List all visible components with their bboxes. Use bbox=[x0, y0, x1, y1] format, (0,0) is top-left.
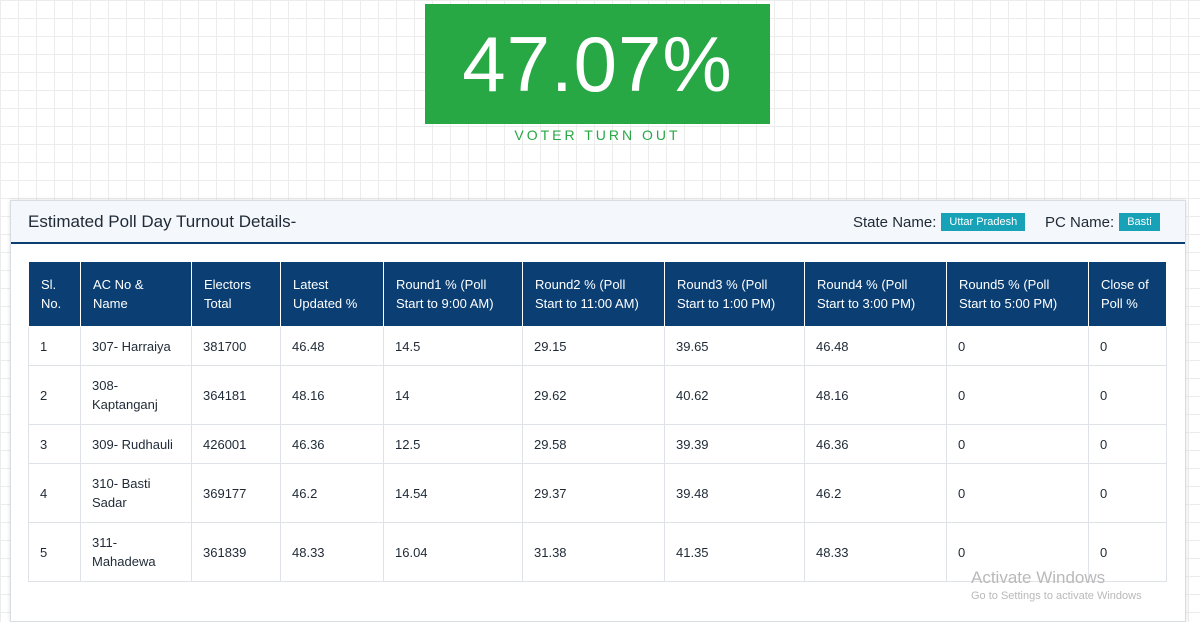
cell-sl-no: 3 bbox=[28, 424, 81, 464]
table-header-row: Sl. No. AC No & Name Electors Total Late… bbox=[28, 261, 1167, 327]
cell-electors: 426001 bbox=[191, 424, 281, 464]
col-header-electors: Electors Total bbox=[191, 261, 281, 327]
cell-close: 0 bbox=[1088, 365, 1167, 425]
cell-close: 0 bbox=[1088, 326, 1167, 366]
col-header-round5: Round5 % (Poll Start to 5:00 PM) bbox=[946, 261, 1089, 327]
col-header-round1: Round1 % (Poll Start to 9:00 AM) bbox=[383, 261, 523, 327]
cell-round1: 12.5 bbox=[383, 424, 523, 464]
cell-round2: 29.15 bbox=[522, 326, 665, 366]
activate-windows-watermark: Activate Windows bbox=[971, 568, 1106, 587]
col-header-round4: Round4 % (Poll Start to 3:00 PM) bbox=[804, 261, 947, 327]
col-header-latest: Latest Updated % bbox=[280, 261, 384, 327]
cell-latest: 46.36 bbox=[280, 424, 384, 464]
cell-ac-name: 307- Harraiya bbox=[80, 326, 192, 366]
voter-turnout-value: 47.07% bbox=[425, 4, 770, 124]
table-row: 1 307- Harraiya 381700 46.48 14.5 29.15 … bbox=[28, 326, 1167, 366]
cell-round3: 39.65 bbox=[664, 326, 805, 366]
cell-electors: 381700 bbox=[191, 326, 281, 366]
cell-latest: 48.16 bbox=[280, 365, 384, 425]
cell-round3: 39.39 bbox=[664, 424, 805, 464]
cell-round1: 14 bbox=[383, 365, 523, 425]
cell-round2: 29.58 bbox=[522, 424, 665, 464]
cell-round3: 41.35 bbox=[664, 522, 805, 582]
table-row: 3 309- Rudhauli 426001 46.36 12.5 29.58 … bbox=[28, 424, 1167, 464]
turnout-table: Sl. No. AC No & Name Electors Total Late… bbox=[28, 261, 1167, 582]
cell-round3: 40.62 bbox=[664, 365, 805, 425]
cell-round5: 0 bbox=[946, 365, 1089, 425]
cell-round1: 16.04 bbox=[383, 522, 523, 582]
table-row: 2 308- Kaptanganj 364181 48.16 14 29.62 … bbox=[28, 365, 1167, 425]
col-header-close: Close of Poll % bbox=[1088, 261, 1167, 327]
cell-latest: 48.33 bbox=[280, 522, 384, 582]
cell-round4: 48.16 bbox=[804, 365, 947, 425]
state-name-label: State Name: bbox=[853, 213, 937, 231]
col-header-round2: Round2 % (Poll Start to 11:00 AM) bbox=[522, 261, 665, 327]
cell-round5: 0 bbox=[946, 326, 1089, 366]
cell-close: 0 bbox=[1088, 463, 1167, 523]
table-row: 4 310- Basti Sadar 369177 46.2 14.54 29.… bbox=[28, 463, 1167, 523]
cell-sl-no: 5 bbox=[28, 522, 81, 582]
card-header: Estimated Poll Day Turnout Details- Stat… bbox=[11, 201, 1185, 244]
cell-round5: 0 bbox=[946, 424, 1089, 464]
cell-round4: 46.36 bbox=[804, 424, 947, 464]
cell-round2: 29.62 bbox=[522, 365, 665, 425]
col-header-round3: Round3 % (Poll Start to 1:00 PM) bbox=[664, 261, 805, 327]
cell-round4: 46.48 bbox=[804, 326, 947, 366]
cell-round2: 31.38 bbox=[522, 522, 665, 582]
cell-ac-name: 309- Rudhauli bbox=[80, 424, 192, 464]
state-name-field: State Name: Uttar Pradesh bbox=[853, 213, 1026, 231]
cell-ac-name: 308- Kaptanganj bbox=[80, 365, 192, 425]
pc-name-badge: Basti bbox=[1119, 213, 1160, 231]
activate-windows-subtitle: Go to Settings to activate Windows bbox=[971, 590, 1142, 602]
cell-close: 0 bbox=[1088, 424, 1167, 464]
col-header-sl-no: Sl. No. bbox=[28, 261, 81, 327]
col-header-ac-name: AC No & Name bbox=[80, 261, 192, 327]
cell-sl-no: 4 bbox=[28, 463, 81, 523]
cell-electors: 361839 bbox=[191, 522, 281, 582]
voter-turnout-label: VOTER TURN OUT bbox=[514, 127, 681, 143]
pc-name-label: PC Name: bbox=[1045, 213, 1115, 231]
cell-ac-name: 310- Basti Sadar bbox=[80, 463, 192, 523]
cell-round4: 48.33 bbox=[804, 522, 947, 582]
cell-sl-no: 1 bbox=[28, 326, 81, 366]
cell-round4: 46.2 bbox=[804, 463, 947, 523]
state-name-badge: Uttar Pradesh bbox=[941, 213, 1026, 231]
cell-round1: 14.54 bbox=[383, 463, 523, 523]
pc-name-field: PC Name: Basti bbox=[1045, 213, 1160, 231]
cell-latest: 46.48 bbox=[280, 326, 384, 366]
card-title: Estimated Poll Day Turnout Details- bbox=[28, 212, 297, 231]
cell-latest: 46.2 bbox=[280, 463, 384, 523]
cell-sl-no: 2 bbox=[28, 365, 81, 425]
cell-round1: 14.5 bbox=[383, 326, 523, 366]
cell-electors: 364181 bbox=[191, 365, 281, 425]
cell-round5: 0 bbox=[946, 463, 1089, 523]
cell-electors: 369177 bbox=[191, 463, 281, 523]
cell-round2: 29.37 bbox=[522, 463, 665, 523]
cell-round3: 39.48 bbox=[664, 463, 805, 523]
cell-ac-name: 311- Mahadewa bbox=[80, 522, 192, 582]
